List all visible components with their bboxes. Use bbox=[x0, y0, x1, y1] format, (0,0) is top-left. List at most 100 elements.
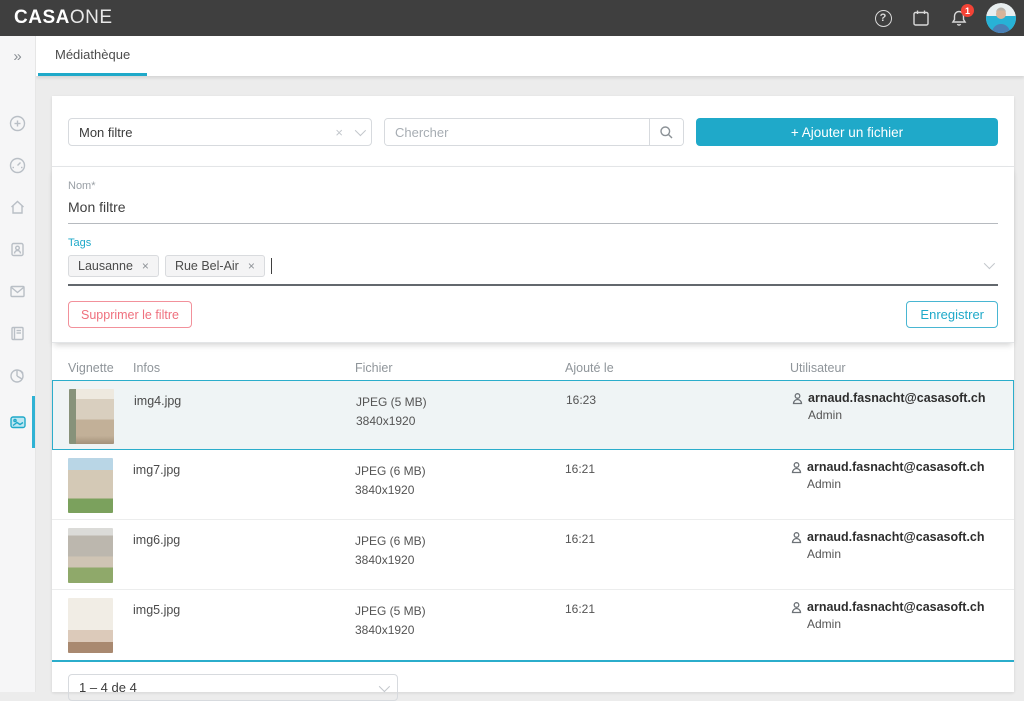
journal-icon bbox=[9, 325, 26, 342]
file-thumbnail[interactable] bbox=[68, 528, 113, 583]
panel-buttons-row: Supprimer le filtre Enregistrer bbox=[68, 301, 998, 328]
person-icon bbox=[790, 601, 803, 614]
file-dimensions: 3840x1920 bbox=[355, 621, 565, 640]
file-thumbnail[interactable] bbox=[68, 458, 113, 513]
file-format: JPEG (5 MB) bbox=[356, 393, 566, 412]
tag-chip-label: Rue Bel-Air bbox=[175, 259, 239, 273]
sidebar-collapse-button[interactable]: » bbox=[0, 36, 35, 76]
file-dimensions: 3840x1920 bbox=[355, 481, 565, 500]
user-email: arnaud.fasnacht@casasoft.ch bbox=[807, 460, 985, 474]
tag-chip[interactable]: Lausanne × bbox=[68, 255, 159, 277]
table-row[interactable]: img6.jpg JPEG (6 MB) 3840x1920 16:21 arn… bbox=[52, 520, 1014, 590]
media-library-icon bbox=[9, 413, 27, 431]
clear-filter-icon[interactable]: × bbox=[335, 125, 343, 140]
content-area: Mon filtre × + Ajouter un fichier Nom* M… bbox=[36, 76, 1024, 692]
file-name: img6.jpg bbox=[133, 528, 355, 547]
pagination-select[interactable]: 1 – 4 de 4 bbox=[68, 674, 398, 701]
sidebar-item-contacts[interactable] bbox=[0, 228, 35, 270]
sidebar-item-home[interactable] bbox=[0, 186, 35, 228]
help-button[interactable]: ? bbox=[864, 0, 902, 36]
calendar-icon bbox=[912, 9, 930, 27]
user-cell: arnaud.fasnacht@casasoft.ch Admin bbox=[790, 458, 998, 491]
user-role: Admin bbox=[807, 477, 998, 491]
chevron-down-icon bbox=[984, 258, 995, 269]
file-details: JPEG (5 MB) 3840x1920 bbox=[355, 598, 565, 639]
filter-edit-panel: Nom* Mon filtre Tags Lausanne × Rue Bel-… bbox=[52, 166, 1014, 343]
plus-circle-icon bbox=[9, 115, 26, 132]
user-cell: arnaud.fasnacht@casasoft.ch Admin bbox=[791, 389, 997, 422]
contact-card-icon bbox=[9, 241, 26, 258]
user-email: arnaud.fasnacht@casasoft.ch bbox=[807, 600, 985, 614]
file-format: JPEG (5 MB) bbox=[355, 602, 565, 621]
table-row[interactable]: img7.jpg JPEG (6 MB) 3840x1920 16:21 arn… bbox=[52, 450, 1014, 520]
column-header-utilisateur[interactable]: Utilisateur bbox=[790, 361, 998, 375]
tag-chip-label: Lausanne bbox=[78, 259, 133, 273]
user-line: arnaud.fasnacht@casasoft.ch bbox=[790, 530, 998, 544]
file-thumbnail[interactable] bbox=[68, 598, 113, 653]
chevron-down-icon bbox=[355, 125, 366, 136]
person-icon bbox=[790, 531, 803, 544]
tab-bar: Médiathèque bbox=[36, 36, 1024, 76]
file-name: img7.jpg bbox=[133, 458, 355, 477]
sidebar-item-mail[interactable] bbox=[0, 270, 35, 312]
mail-icon bbox=[9, 283, 26, 300]
sidebar-item-media-library[interactable] bbox=[0, 396, 35, 448]
added-time: 16:23 bbox=[566, 389, 791, 407]
sidebar-item-reports[interactable] bbox=[0, 354, 35, 396]
add-file-button[interactable]: + Ajouter un fichier bbox=[696, 118, 998, 146]
sidebar-item-dashboard[interactable] bbox=[0, 144, 35, 186]
notification-badge: 1 bbox=[961, 4, 974, 17]
person-icon bbox=[790, 461, 803, 474]
sidebar-gap bbox=[0, 76, 35, 102]
user-cell: arnaud.fasnacht@casasoft.ch Admin bbox=[790, 528, 998, 561]
help-icon: ? bbox=[875, 10, 892, 27]
search-icon bbox=[659, 125, 674, 140]
home-icon bbox=[9, 199, 26, 216]
column-header-infos[interactable]: Infos bbox=[133, 361, 355, 375]
column-header-fichier[interactable]: Fichier bbox=[355, 361, 565, 375]
search-input[interactable] bbox=[385, 119, 649, 145]
avatar-photo-icon bbox=[986, 3, 1016, 33]
pie-chart-icon bbox=[9, 367, 26, 384]
tags-input[interactable]: Lausanne × Rue Bel-Air × bbox=[68, 249, 998, 286]
user-role: Admin bbox=[808, 408, 997, 422]
name-field[interactable]: Mon filtre bbox=[68, 192, 998, 224]
file-format: JPEG (6 MB) bbox=[355, 532, 565, 551]
user-line: arnaud.fasnacht@casasoft.ch bbox=[790, 600, 998, 614]
added-time: 16:21 bbox=[565, 458, 790, 476]
tab-mediatheque[interactable]: Médiathèque bbox=[38, 36, 147, 76]
search-button[interactable] bbox=[649, 119, 683, 145]
search-box bbox=[384, 118, 684, 146]
chevron-down-icon bbox=[379, 680, 390, 691]
logo-bold: CASA bbox=[14, 7, 70, 28]
file-dimensions: 3840x1920 bbox=[356, 412, 566, 431]
tag-chip[interactable]: Rue Bel-Air × bbox=[165, 255, 265, 277]
column-header-vignette[interactable]: Vignette bbox=[68, 361, 133, 375]
file-details: JPEG (6 MB) 3840x1920 bbox=[355, 458, 565, 499]
save-filter-button[interactable]: Enregistrer bbox=[906, 301, 998, 328]
thumbnail-cell bbox=[68, 458, 133, 513]
top-bar: CASAONE ? 1 bbox=[0, 0, 1024, 36]
table-row[interactable]: img5.jpg JPEG (5 MB) 3840x1920 16:21 arn… bbox=[52, 590, 1014, 660]
sidebar-item-journal[interactable] bbox=[0, 312, 35, 354]
sidebar-item-add[interactable] bbox=[0, 102, 35, 144]
delete-filter-button[interactable]: Supprimer le filtre bbox=[68, 301, 192, 328]
tags-field-wrap: Tags Lausanne × Rue Bel-Air × bbox=[68, 237, 998, 286]
table-header: Vignette Infos Fichier Ajouté le Utilisa… bbox=[52, 355, 1014, 380]
person-icon bbox=[791, 392, 804, 405]
user-role: Admin bbox=[807, 547, 998, 561]
calendar-button[interactable] bbox=[902, 0, 940, 36]
column-header-ajoute-le[interactable]: Ajouté le bbox=[565, 361, 790, 375]
user-avatar[interactable] bbox=[986, 3, 1016, 33]
file-thumbnail[interactable] bbox=[69, 389, 114, 444]
notifications-button[interactable]: 1 bbox=[940, 0, 978, 36]
file-format: JPEG (6 MB) bbox=[355, 462, 565, 481]
saved-filter-select[interactable]: Mon filtre × bbox=[68, 118, 372, 146]
remove-tag-icon[interactable]: × bbox=[248, 259, 255, 273]
table-row[interactable]: img4.jpg JPEG (5 MB) 3840x1920 16:23 arn… bbox=[52, 380, 1014, 450]
user-email: arnaud.fasnacht@casasoft.ch bbox=[807, 530, 985, 544]
user-line: arnaud.fasnacht@casasoft.ch bbox=[791, 391, 997, 405]
remove-tag-icon[interactable]: × bbox=[142, 259, 149, 273]
user-email: arnaud.fasnacht@casasoft.ch bbox=[808, 391, 986, 405]
file-dimensions: 3840x1920 bbox=[355, 551, 565, 570]
